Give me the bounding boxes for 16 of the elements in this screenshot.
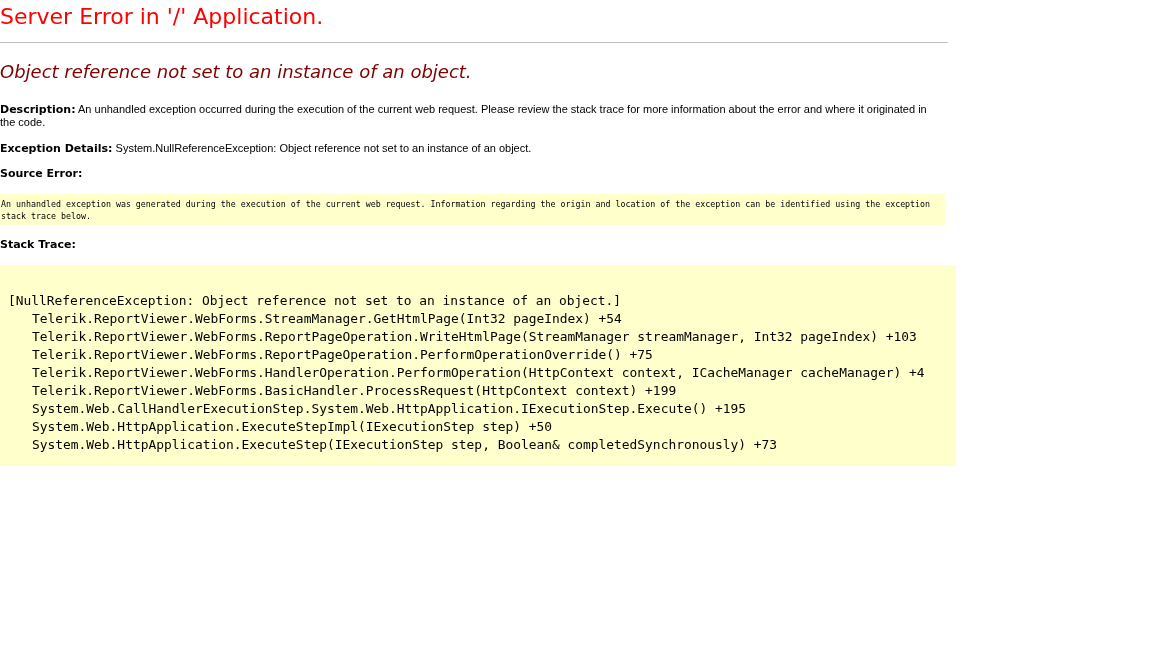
error-heading: Object reference not set to an instance of an object. (0, 60, 473, 84)
description-text: Description: An unhandled exception occurred during the execution of the current web request. Please review the stack trace for more information about the error and where it originated in the code. (0, 103, 928, 129)
stack-frame-line: System.Web.HttpApplication.ExecuteStepImpl(IExecutionStep step) +50 (31, 418, 553, 436)
exception-details-text: Exception Details: System.NullReferenceException: Object reference not set to an instance of an object. (0, 142, 533, 155)
stack-frame-line: Telerik.ReportViewer.WebForms.HandlerOperation.PerformOperation(HttpContext context, ICacheManager cacheManager) +4 (31, 364, 926, 382)
stack-frame-line: Telerik.ReportViewer.WebForms.StreamManager.GetHtmlPage(Int32 pageIndex) +54 (31, 310, 623, 328)
stack-frame-line: System.Web.HttpApplication.ExecuteStep(IExecutionStep step, Boolean& completedSynchronously) +73 (31, 436, 779, 454)
stack-frame-line: Telerik.ReportViewer.WebForms.ReportPageOperation.WriteHtmlPage(StreamManager streamManager, Int32 pageIndex) +103 (31, 328, 918, 346)
stack-frame-line: Telerik.ReportViewer.WebForms.BasicHandler.ProcessRequest(HttpContext context) +199 (31, 382, 678, 400)
stack-frame-line: Telerik.ReportViewer.WebForms.ReportPageOperation.PerformOperationOverride() +75 (31, 346, 654, 364)
section-label: Source Error: (0, 167, 84, 181)
page-title: Server Error in '/' Application. (0, 3, 325, 31)
source-error-text: An unhandled exception was generated during the execution of the current web request. Information regarding the origin and location of the exception can be identified using the exception stack trace below. (0, 194, 945, 225)
exception-line: [NullReferenceException: Object reference not set to an instance of an object.] (8, 292, 623, 310)
stack-frame-line: System.Web.CallHandlerExecutionStep.System.Web.HttpApplication.IExecutionStep.Execute() +195 (31, 400, 747, 418)
section-label: Stack Trace: (0, 238, 77, 252)
